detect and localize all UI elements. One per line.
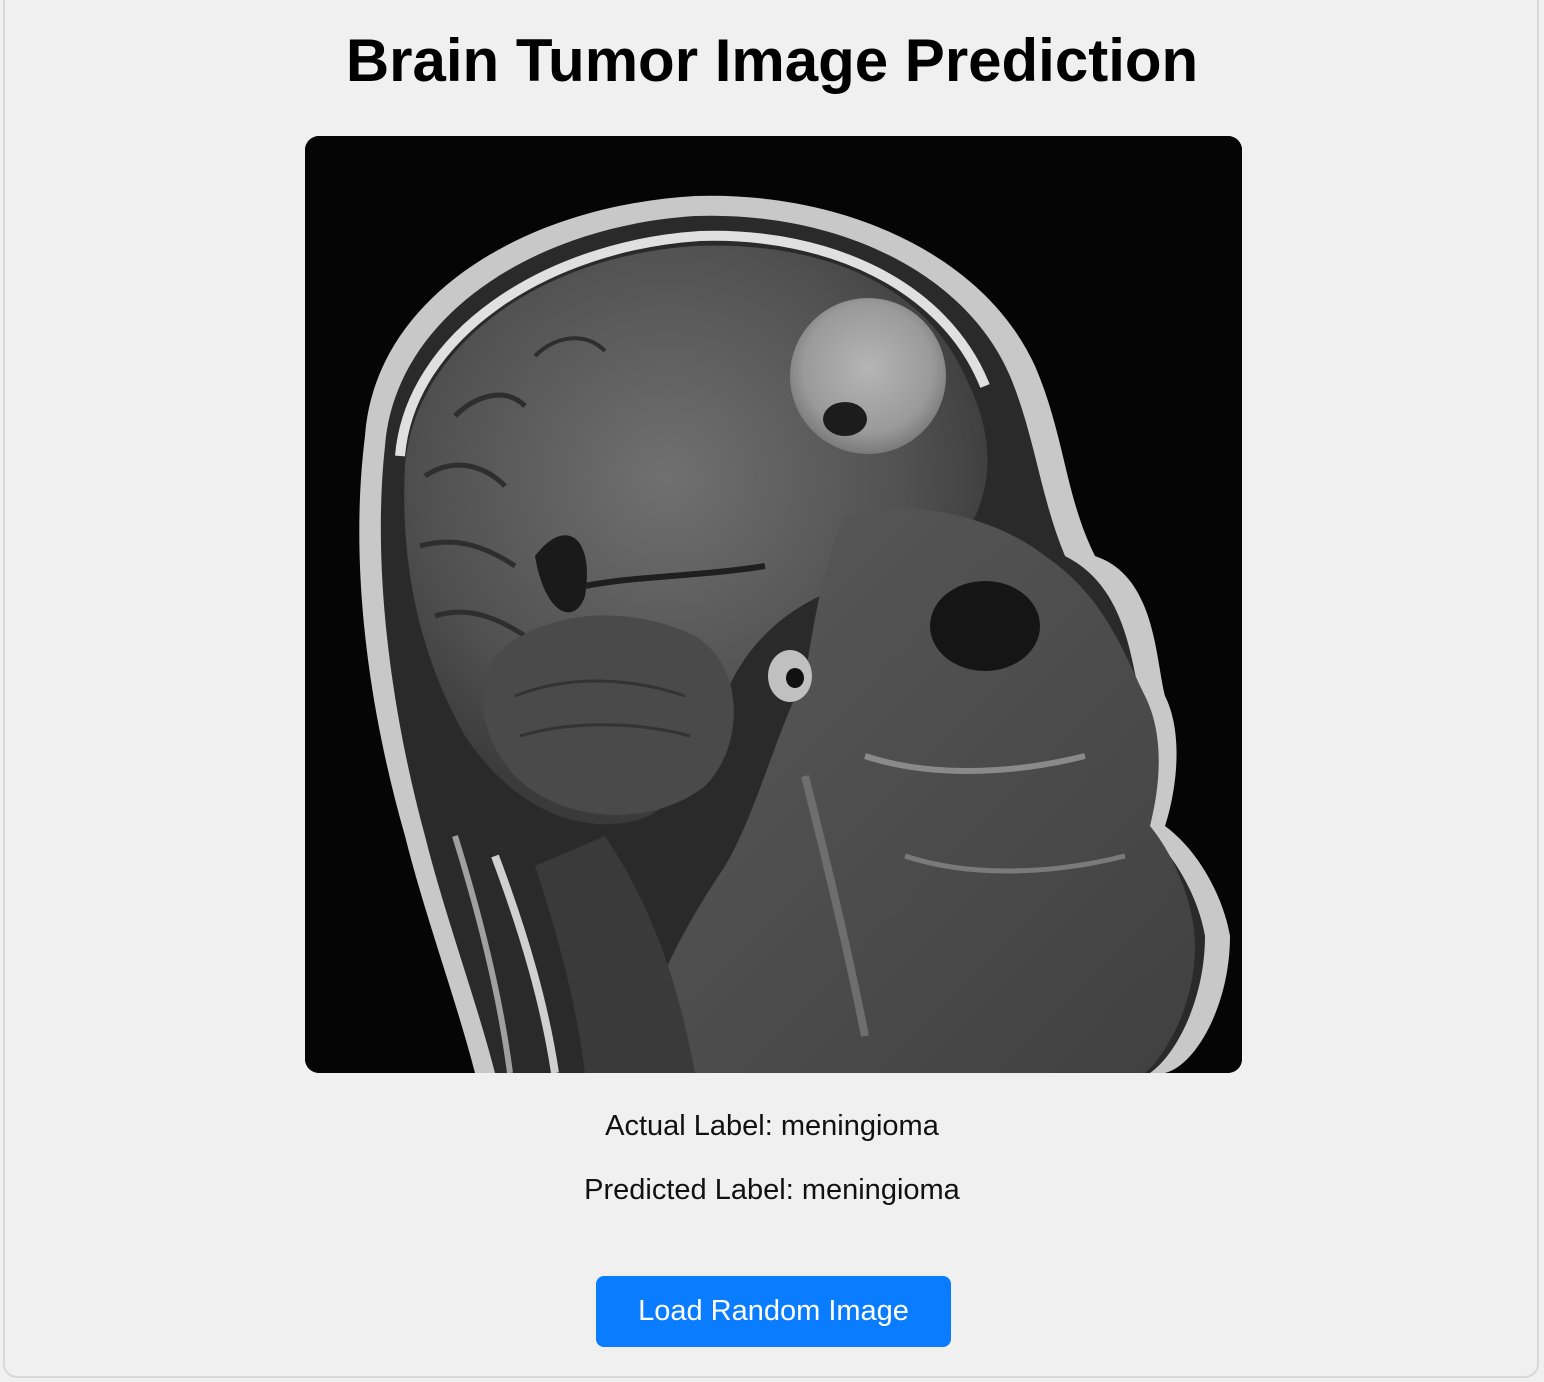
mri-scan-graphic bbox=[305, 136, 1242, 1073]
predicted-label-prefix: Predicted Label: bbox=[584, 1174, 802, 1206]
load-random-image-button[interactable]: Load Random Image bbox=[596, 1276, 951, 1347]
actual-label: Actual Label: meningioma bbox=[0, 1109, 1544, 1143]
actual-label-value: meningioma bbox=[780, 1110, 939, 1142]
predicted-label-value: meningioma bbox=[801, 1174, 960, 1206]
mri-image bbox=[305, 136, 1242, 1073]
actual-label-prefix: Actual Label: bbox=[605, 1110, 781, 1142]
predicted-label: Predicted Label: meningioma bbox=[0, 1173, 1544, 1207]
page-title: Brain Tumor Image Prediction bbox=[345, 27, 1199, 94]
